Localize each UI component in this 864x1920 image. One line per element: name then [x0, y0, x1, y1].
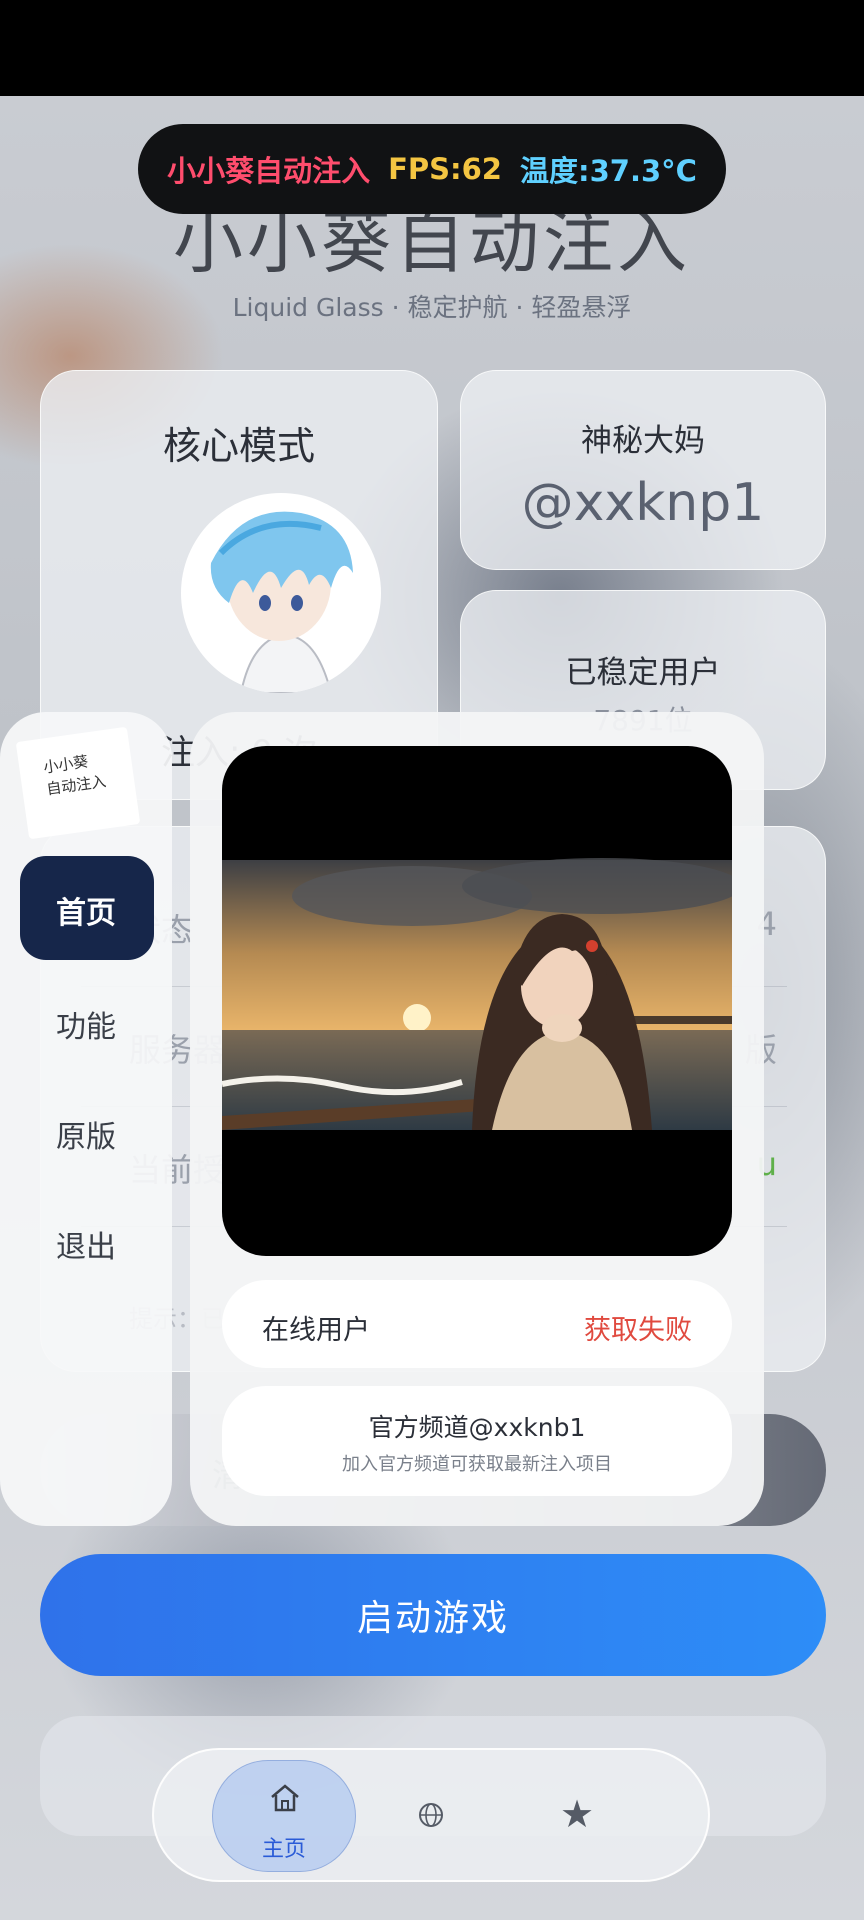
start-game-button[interactable]: 启动游戏 [40, 1554, 826, 1676]
mystery-handle: @xxknp1 [521, 473, 765, 533]
menu-item-label: 首页 [56, 896, 116, 931]
menu-item-label: 功能 [56, 1010, 116, 1045]
system-top-bar [0, 0, 864, 96]
hud-fps: FPS:62 [388, 152, 502, 186]
page-subtitle: Liquid Glass · 稳定护航 · 轻盈悬浮 [232, 293, 632, 322]
channel-title: 官方频道@xxknb1 [368, 1413, 586, 1442]
side-menu: 小小葵 自动注入 首页 功能 原版 退出 [0, 712, 172, 1526]
bottom-navigation: 主页 ★ [152, 1748, 710, 1882]
channel-subtitle: 加入官方频道可获取最新注入项目 [342, 1454, 612, 1475]
online-users-row: 在线用户 获取失败 [222, 1280, 732, 1368]
nav-home-label: 主页 [261, 1837, 306, 1862]
stable-users-title: 已稳定用户 [565, 655, 721, 691]
nav-home-tab[interactable]: 主页 [212, 1760, 356, 1872]
menu-item-label: 原版 [56, 1120, 116, 1155]
anime-scene-image [222, 858, 732, 1130]
home-icon [271, 1784, 299, 1812]
overlay-panel: 在线用户 获取失败 官方频道@xxknb1 加入官方频道可获取最新注入项目 [190, 712, 764, 1526]
menu-item-label: 退出 [56, 1230, 116, 1265]
star-icon[interactable]: ★ [560, 1792, 594, 1836]
globe-icon[interactable] [416, 1800, 446, 1830]
mystery-card[interactable]: 神秘大妈 @xxknp1 [460, 370, 826, 570]
hud-temperature: 温度:37.3°C [519, 154, 697, 188]
avatar [181, 493, 381, 693]
core-mode-title: 核心模式 [162, 424, 315, 468]
fps-overlay-pill: 小小葵自动注入 FPS:62 温度:37.3°C [138, 124, 726, 214]
mystery-title: 神秘大妈 [581, 423, 705, 459]
online-users-label: 在线用户 [262, 1315, 370, 1346]
official-channel-button[interactable]: 官方频道@xxknb1 加入官方频道可获取最新注入项目 [222, 1386, 732, 1496]
menu-logo: 小小葵 自动注入 [15, 726, 141, 840]
video-player[interactable] [222, 746, 732, 1256]
menu-item-home[interactable]: 首页 [20, 856, 154, 960]
hud-app-name: 小小葵自动注入 [167, 154, 371, 188]
online-users-value: 获取失败 [584, 1315, 692, 1346]
